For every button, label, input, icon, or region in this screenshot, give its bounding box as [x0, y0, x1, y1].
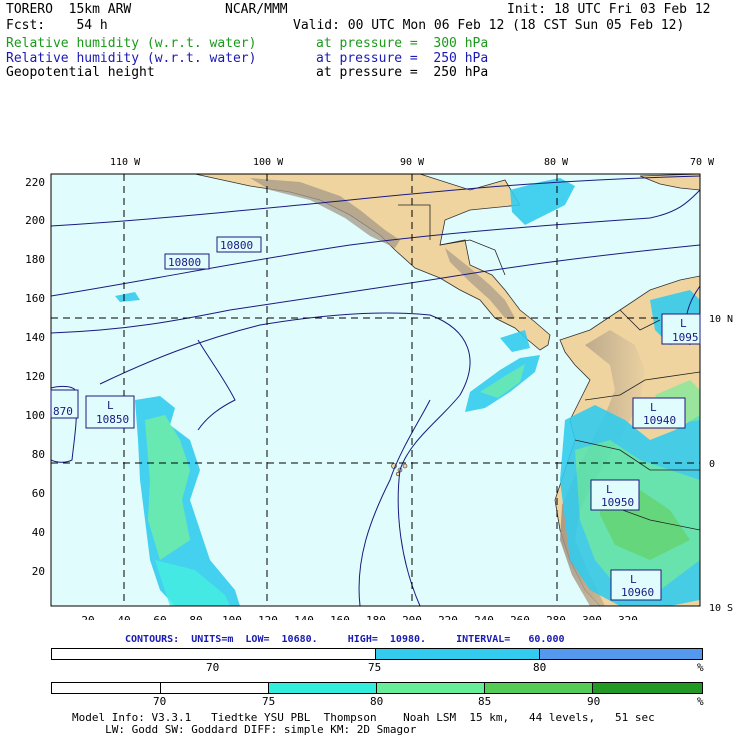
field-2-name: Relative humidity (w.r.t. water) [6, 51, 257, 66]
x-axis: 20 40 60 80 100 120 140 160 180 200 220 … [81, 614, 638, 620]
field-3-level: at pressure = 250 hPa [316, 65, 489, 80]
y-tick: 60 [32, 487, 45, 500]
field-1-level: at pressure = 300 hPa [316, 36, 489, 51]
contour-info: CONTOURS: UNITS=m LOW= 10680. HIGH= 1098… [125, 634, 565, 645]
y-tick: 40 [32, 526, 45, 539]
low-marker: L [680, 317, 687, 330]
y-tick: 180 [25, 253, 45, 266]
legend-300-seg [593, 683, 702, 693]
y-tick: 120 [25, 370, 45, 383]
x-tick: 280 [546, 614, 566, 620]
legend-300-seg [485, 683, 593, 693]
x-tick: 220 [438, 614, 458, 620]
low-marker: L [650, 401, 657, 414]
x-tick: 100 [222, 614, 242, 620]
contour-label: 10850 [96, 413, 129, 426]
y-tick: 20 [32, 565, 45, 578]
low-marker: L [630, 573, 637, 586]
y-tick: 140 [25, 331, 45, 344]
x-tick: 120 [258, 614, 278, 620]
y-axis: 220 200 180 160 140 120 100 80 60 40 20 [25, 176, 45, 578]
y-tick: 200 [25, 214, 45, 227]
y-tick: 100 [25, 409, 45, 422]
lat-label: 10 S [709, 603, 733, 614]
legend-250-tick: % [697, 661, 704, 674]
valid-time: Valid: 00 UTC Mon 06 Feb 12 (18 CST Sun … [293, 18, 685, 33]
lon-label: 90 W [400, 157, 425, 168]
lon-label: 110 W [110, 157, 141, 168]
legend-250-tick: 80 [533, 661, 547, 674]
longitude-labels: 110 W 100 W 90 W 80 W 70 W [110, 157, 715, 168]
x-tick: 80 [189, 614, 202, 620]
latitude-labels: 10 N 0 10 S [709, 314, 733, 614]
model-info-line-2: LW: Godd SW: Goddard DIFF: simple KM: 2D… [72, 723, 417, 736]
x-tick: 240 [474, 614, 494, 620]
field-1-name: Relative humidity (w.r.t. water) [6, 36, 257, 51]
legend-250-tick: 70 [206, 661, 220, 674]
legend-300-tick: 90 [587, 695, 601, 708]
legend-250-seg [540, 649, 702, 659]
lon-label: 100 W [253, 157, 284, 168]
y-tick: 220 [25, 176, 45, 189]
legend-250-tick: 75 [368, 661, 382, 674]
legend-300-seg [52, 683, 161, 693]
x-tick: 320 [618, 614, 638, 620]
x-tick: 300 [582, 614, 602, 620]
forecast-hour: Fcst: 54 h [6, 18, 108, 33]
y-tick: 80 [32, 448, 45, 461]
legend-300-bar [51, 682, 703, 694]
x-tick: 60 [153, 614, 166, 620]
contour-label: 10940 [643, 414, 676, 427]
lat-label: 10 N [709, 314, 733, 325]
low-marker: L [606, 483, 613, 496]
legend-250-seg [376, 649, 540, 659]
contour-label: 10800 [168, 256, 201, 269]
low-marker: L [107, 399, 114, 412]
x-tick: 40 [117, 614, 130, 620]
x-tick: 160 [330, 614, 350, 620]
contour-label: 1095 [672, 331, 699, 344]
model-title: TORERO 15km ARW [6, 2, 132, 17]
init-time: Init: 18 UTC Fri 03 Feb 12 [507, 2, 711, 17]
legend-300-tick: 80 [370, 695, 384, 708]
legend-300-tick: 70 [153, 695, 167, 708]
contour-label: 10950 [601, 496, 634, 509]
legend-300-tick: 75 [262, 695, 276, 708]
lat-label: 0 [709, 459, 715, 470]
field-2-level: at pressure = 250 hPa [316, 51, 489, 66]
x-tick: 200 [402, 614, 422, 620]
x-tick: 260 [510, 614, 530, 620]
field-3-name: Geopotential height [6, 65, 155, 80]
weather-map: 10800 10800 L 10850 870 L 10940 L 1095 L… [25, 157, 733, 620]
lon-label: 70 W [690, 157, 715, 168]
legend-300-tick: % [697, 695, 704, 708]
y-tick: 160 [25, 292, 45, 305]
legend-300-seg [161, 683, 269, 693]
x-tick: 20 [81, 614, 94, 620]
legend-250-bar [51, 648, 703, 660]
contour-label: 10960 [621, 586, 654, 599]
legend-300-seg [269, 683, 377, 693]
legend-300-seg [377, 683, 485, 693]
x-tick: 140 [294, 614, 314, 620]
x-tick: 180 [366, 614, 386, 620]
center-title: NCAR/MMM [225, 2, 288, 17]
legend-250-seg [52, 649, 376, 659]
contour-label: 870 [53, 405, 73, 418]
contour-label: 10800 [220, 239, 253, 252]
legend-300-tick: 85 [478, 695, 492, 708]
lon-label: 80 W [544, 157, 569, 168]
